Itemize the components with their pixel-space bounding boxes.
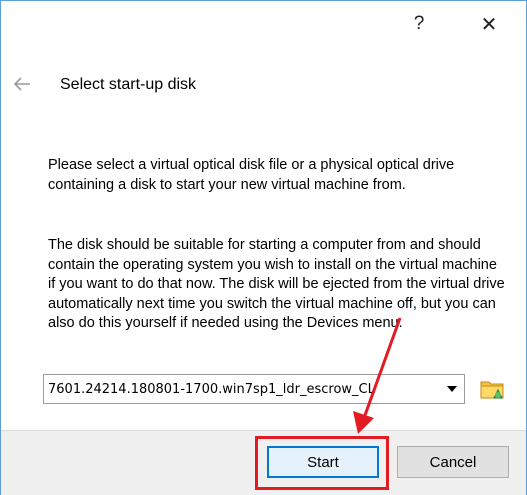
chevron-down-icon bbox=[447, 386, 457, 392]
folder-icon bbox=[480, 381, 504, 399]
page-title: Select start-up disk bbox=[60, 76, 197, 93]
close-button[interactable]: ✕ bbox=[469, 6, 509, 42]
choose-disk-file-button[interactable] bbox=[478, 374, 508, 404]
help-icon: ? bbox=[413, 13, 425, 34]
disk-selector-combobox[interactable]: 7601.24214.180801-1700.win7sp1_ldr_escro… bbox=[43, 374, 465, 404]
description-paragraph-1: Please select a virtual optical disk fil… bbox=[48, 157, 455, 193]
cancel-button[interactable]: Cancel bbox=[397, 446, 509, 478]
back-arrow-icon bbox=[13, 77, 30, 91]
start-button[interactable]: Start bbox=[267, 446, 379, 478]
disk-selector-value: 7601.24214.180801-1700.win7sp1_ldr_escro… bbox=[48, 381, 375, 397]
back-button[interactable] bbox=[10, 72, 34, 96]
dropdown-button[interactable] bbox=[440, 375, 464, 403]
close-icon: ✕ bbox=[480, 13, 498, 36]
description-paragraph-2: The disk should be suitable for starting… bbox=[48, 237, 505, 331]
help-button[interactable]: ? bbox=[399, 6, 439, 42]
